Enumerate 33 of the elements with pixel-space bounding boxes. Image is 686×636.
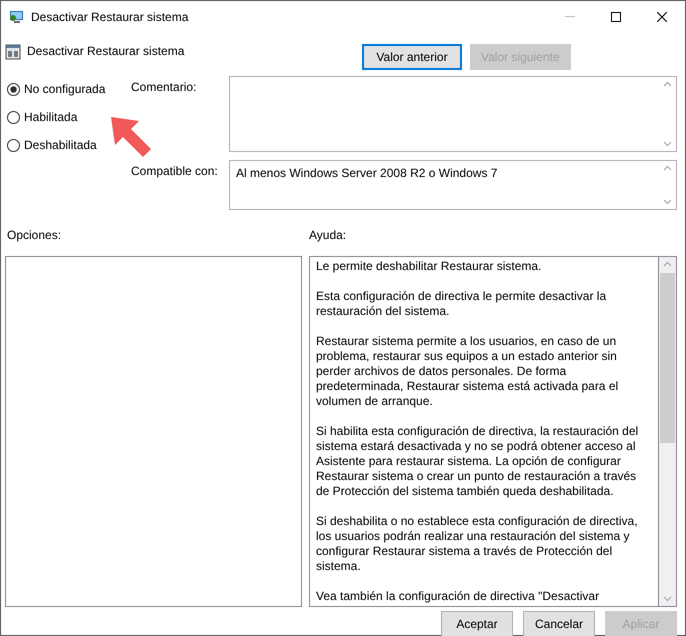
radio-button[interactable] xyxy=(7,82,20,96)
help-paragraph: Esta configuración de directiva le permite desactivar la restauración del sistema. xyxy=(316,289,608,319)
radio-option[interactable]: Deshabilitada xyxy=(7,136,131,154)
radio-option[interactable]: No configurada xyxy=(7,80,131,98)
ok-button[interactable]: Aceptar xyxy=(441,611,513,636)
comment-field[interactable] xyxy=(229,76,677,152)
radio-button[interactable] xyxy=(7,138,20,152)
supported-on-label: Compatible con: xyxy=(131,163,219,180)
options-label: Opciones: xyxy=(6,228,62,244)
radio-option[interactable]: Habilitada xyxy=(7,108,131,126)
radio-button[interactable] xyxy=(7,110,20,124)
scroll-down-icon[interactable] xyxy=(663,199,672,205)
policy-title: Desactivar Restaurar sistema xyxy=(27,44,186,58)
scroll-up-icon[interactable] xyxy=(663,261,672,267)
cancel-button[interactable]: Cancelar xyxy=(523,611,595,636)
help-paragraph: Restaurar sistema permite a los usuarios, en caso de un problema, restaurar sus equipos a un estado anterior sin perder archivos de datos personales. De forma predeterminada, Restaurar sistema está activada para el volumen de arranque. xyxy=(316,334,620,409)
supported-on-field[interactable]: Al menos Windows Server 2008 R2 o Windows 7 xyxy=(229,160,677,210)
policy-icon xyxy=(5,44,21,60)
window-title: Desactivar Restaurar sistema xyxy=(31,10,190,24)
help-paragraph: Le permite deshabilitar Restaurar sistema. xyxy=(316,259,542,274)
comment-label: Comentario: xyxy=(131,79,198,96)
scroll-up-icon[interactable] xyxy=(663,165,672,171)
computer-icon xyxy=(9,8,25,24)
help-paragraph: Si habilita esta configuración de directiva, la restauración del sistema estará desactivada y no se podrá obtener acceso al Asistente para restaurar sistema. La opción de configurar Restaurar sistema o crear un punto de restauración a través de Protección del sistema también queda deshabilitada. xyxy=(316,424,640,499)
scrollbar[interactable] xyxy=(658,257,676,606)
scroll-down-icon[interactable] xyxy=(663,596,672,602)
scroll-down-icon[interactable] xyxy=(663,141,672,147)
help-paragraph: Si deshabilita o no establece esta configuración de directiva, los usuarios podrán realizar una restauración del sistema y configurar Restaurar sistema a través de Protección del sistema. xyxy=(316,514,639,574)
help-paragraph: Vea también la configuración de directiva "Desactivar xyxy=(316,589,600,604)
arrow-icon xyxy=(109,115,153,159)
scroll-up-icon[interactable] xyxy=(663,81,672,87)
help-label: Ayuda: xyxy=(309,228,348,244)
previous-setting-button[interactable]: Valor anterior xyxy=(362,44,462,70)
